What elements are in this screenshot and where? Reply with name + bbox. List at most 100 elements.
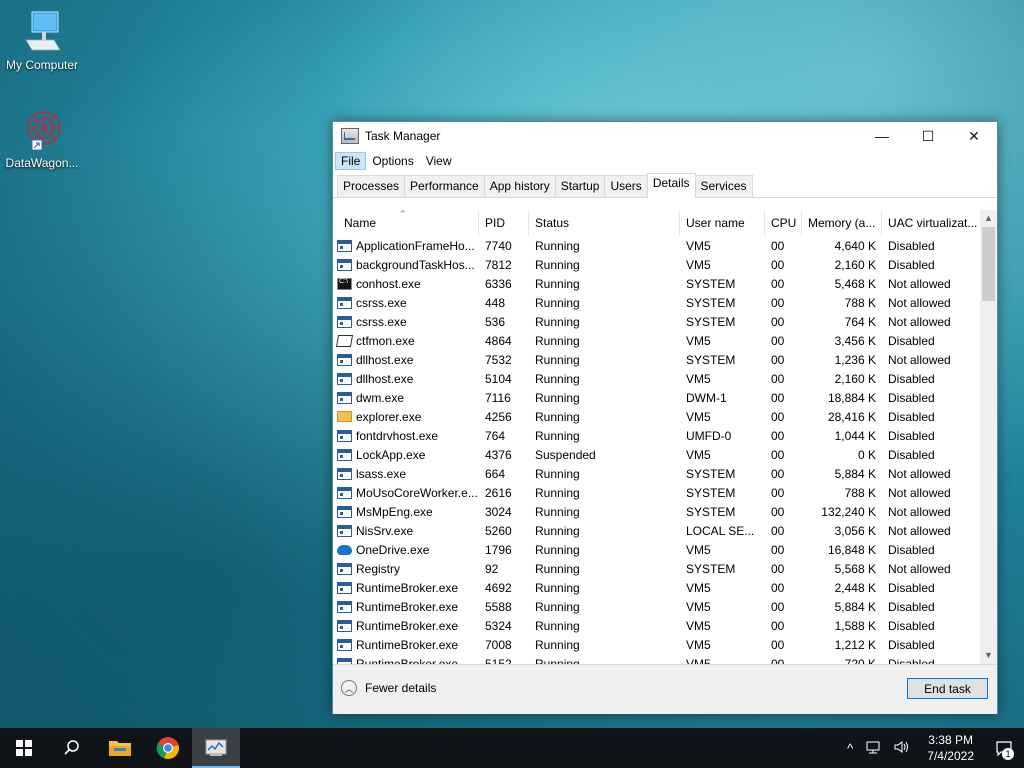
close-button[interactable]: ✕ — [951, 122, 997, 150]
tab-processes[interactable]: Processes — [337, 175, 406, 197]
table-row[interactable]: fontdrvhost.exe 764 Running UMFD-0 00 1,044 K… — [333, 426, 979, 445]
cell-name: RuntimeBroker.exe — [333, 619, 479, 633]
process-icon — [337, 486, 352, 499]
tab-details[interactable]: Details — [646, 173, 696, 198]
tab-performance[interactable]: Performance — [404, 175, 485, 197]
tab-startup[interactable]: Startup — [554, 175, 606, 197]
column-header-status[interactable]: Status — [529, 210, 680, 236]
scrollbar-thumb[interactable] — [982, 227, 995, 301]
cell-user-name: VM5 — [686, 542, 711, 557]
tab-users[interactable]: Users — [604, 175, 648, 197]
cell-name: ctfmon.exe — [333, 334, 479, 348]
cell-name: MoUsoCoreWorker.e... — [333, 486, 479, 500]
menu-file[interactable]: File — [335, 152, 367, 170]
column-header-name[interactable]: ⌃ Name — [333, 210, 479, 236]
volume-icon[interactable] — [887, 740, 917, 757]
action-center-button[interactable]: 1 — [984, 728, 1024, 768]
desktop-icon-label: My Computer — [5, 58, 79, 72]
scroll-up-icon[interactable]: ▲ — [980, 210, 997, 227]
cell-status: Running — [535, 257, 580, 272]
cell-pid: 4864 — [485, 333, 512, 348]
table-row[interactable]: dwm.exe 7116 Running DWM-1 00 18,884 K Disable… — [333, 388, 979, 407]
cell-name: lsass.exe — [333, 467, 479, 481]
cell-name: NisSrv.exe — [333, 524, 479, 538]
table-row[interactable]: dllhost.exe 7532 Running SYSTEM 00 1,236 K Not… — [333, 350, 979, 369]
taskbar-file-explorer[interactable] — [96, 728, 144, 768]
maximize-button[interactable]: ☐ — [905, 122, 951, 150]
cell-status: Running — [535, 599, 580, 614]
network-icon[interactable] — [859, 740, 887, 757]
desktop-icon-datawagon[interactable]: DataWagon... — [0, 108, 84, 170]
cell-memory: 3,056 K — [834, 523, 876, 538]
table-row[interactable]: LockApp.exe 4376 Suspended VM5 00 0 K Disabled — [333, 445, 979, 464]
process-name: ApplicationFrameHo... — [356, 238, 475, 253]
cell-status: Running — [535, 314, 580, 329]
column-header-memory[interactable]: Memory (a... — [802, 210, 882, 236]
cell-memory: 28,416 K — [827, 409, 876, 424]
cell-uac-virtualization: Not allowed — [888, 295, 951, 310]
show-hidden-icons-chevron-icon[interactable]: ^ — [841, 741, 859, 756]
column-header-user-name[interactable]: User name — [680, 210, 765, 236]
vertical-scrollbar[interactable]: ▲ ▼ — [980, 210, 997, 664]
process-icon — [337, 296, 352, 309]
tab-app-history[interactable]: App history — [483, 175, 556, 197]
window-footer: ︿ Fewer details End task — [333, 664, 997, 714]
cell-user-name: SYSTEM — [686, 504, 736, 519]
process-icon — [337, 544, 352, 555]
process-name: explorer.exe — [356, 409, 422, 424]
fewer-details-button[interactable]: ︿ Fewer details — [341, 680, 436, 696]
clock-time: 3:38 PM — [928, 733, 973, 747]
minimize-button[interactable]: — — [859, 122, 905, 150]
desktop-icon-my-computer[interactable]: My Computer — [0, 10, 84, 72]
table-row[interactable]: RuntimeBroker.exe 5324 Running VM5 00 1,588 K… — [333, 616, 979, 635]
cell-cpu: 00 — [771, 276, 785, 291]
column-header-uac[interactable]: UAC virtualizat... — [882, 210, 979, 236]
search-icon — [64, 740, 79, 755]
menu-view[interactable]: View — [420, 152, 458, 170]
table-row[interactable]: csrss.exe 536 Running SYSTEM 00 764 K Not allo… — [333, 312, 979, 331]
column-header-cpu[interactable]: CPU — [765, 210, 802, 236]
table-row[interactable]: backgroundTaskHos... 7812 Running VM5 00 2,16… — [333, 255, 979, 274]
scroll-down-icon[interactable]: ▼ — [980, 647, 997, 664]
table-row[interactable]: RuntimeBroker.exe 5152 Running VM5 00 720 K Di… — [333, 654, 979, 664]
table-row[interactable]: RuntimeBroker.exe 4692 Running VM5 00 2,448 K… — [333, 578, 979, 597]
table-row[interactable]: ctfmon.exe 4864 Running VM5 00 3,456 K Disable… — [333, 331, 979, 350]
taskbar: ^ 3:38 PM 7/4/2022 1 — [0, 728, 1024, 768]
table-row[interactable]: explorer.exe 4256 Running VM5 00 28,416 K Disa… — [333, 407, 979, 426]
cell-uac-virtualization: Disabled — [888, 409, 935, 424]
process-icon — [337, 372, 352, 385]
table-row[interactable]: RuntimeBroker.exe 7008 Running VM5 00 1,212 K… — [333, 635, 979, 654]
start-button[interactable] — [0, 728, 48, 768]
table-row[interactable]: lsass.exe 664 Running SYSTEM 00 5,884 K Not al… — [333, 464, 979, 483]
details-table: ⌃ Name PID Status User name CPU Memory (… — [333, 209, 997, 664]
cell-memory: 788 K — [844, 295, 876, 310]
table-row[interactable]: csrss.exe 448 Running SYSTEM 00 788 K Not allo… — [333, 293, 979, 312]
task-manager-icon — [341, 128, 359, 144]
tab-services[interactable]: Services — [694, 175, 753, 197]
taskbar-chrome[interactable] — [144, 728, 192, 768]
table-row[interactable]: MoUsoCoreWorker.e... 2616 Running SYSTEM 00 7… — [333, 483, 979, 502]
process-icon — [337, 277, 352, 290]
cell-status: Running — [535, 333, 580, 348]
menu-options[interactable]: Options — [366, 152, 419, 170]
table-row[interactable]: RuntimeBroker.exe 5588 Running VM5 00 5,884 K… — [333, 597, 979, 616]
process-name: RuntimeBroker.exe — [356, 637, 459, 652]
table-row[interactable]: ApplicationFrameHo... 7740 Running VM5 00 4,6… — [333, 236, 979, 255]
cell-cpu: 00 — [771, 314, 785, 329]
table-row[interactable]: dllhost.exe 5104 Running VM5 00 2,160 K Disabl… — [333, 369, 979, 388]
table-row[interactable]: OneDrive.exe 1796 Running VM5 00 16,848 K Disa… — [333, 540, 979, 559]
cell-pid: 5104 — [485, 371, 512, 386]
table-row[interactable]: MsMpEng.exe 3024 Running SYSTEM 00 132,240 K N… — [333, 502, 979, 521]
clock[interactable]: 3:38 PM 7/4/2022 — [917, 732, 984, 764]
taskbar-task-manager[interactable] — [192, 728, 240, 768]
search-button[interactable] — [48, 728, 96, 768]
cell-cpu: 00 — [771, 352, 785, 367]
table-row[interactable]: conhost.exe 6336 Running SYSTEM 00 5,468 K Not… — [333, 274, 979, 293]
table-row[interactable]: Registry 92 Running SYSTEM 00 5,568 K Not allo… — [333, 559, 979, 578]
title-bar[interactable]: Task Manager — ☐ ✕ — [333, 122, 997, 150]
cell-uac-virtualization: Disabled — [888, 656, 935, 665]
cell-status: Running — [535, 352, 580, 367]
table-row[interactable]: NisSrv.exe 5260 Running LOCAL SE... 00 3,056 … — [333, 521, 979, 540]
column-header-pid[interactable]: PID — [479, 210, 529, 236]
end-task-button[interactable]: End task — [907, 678, 988, 699]
